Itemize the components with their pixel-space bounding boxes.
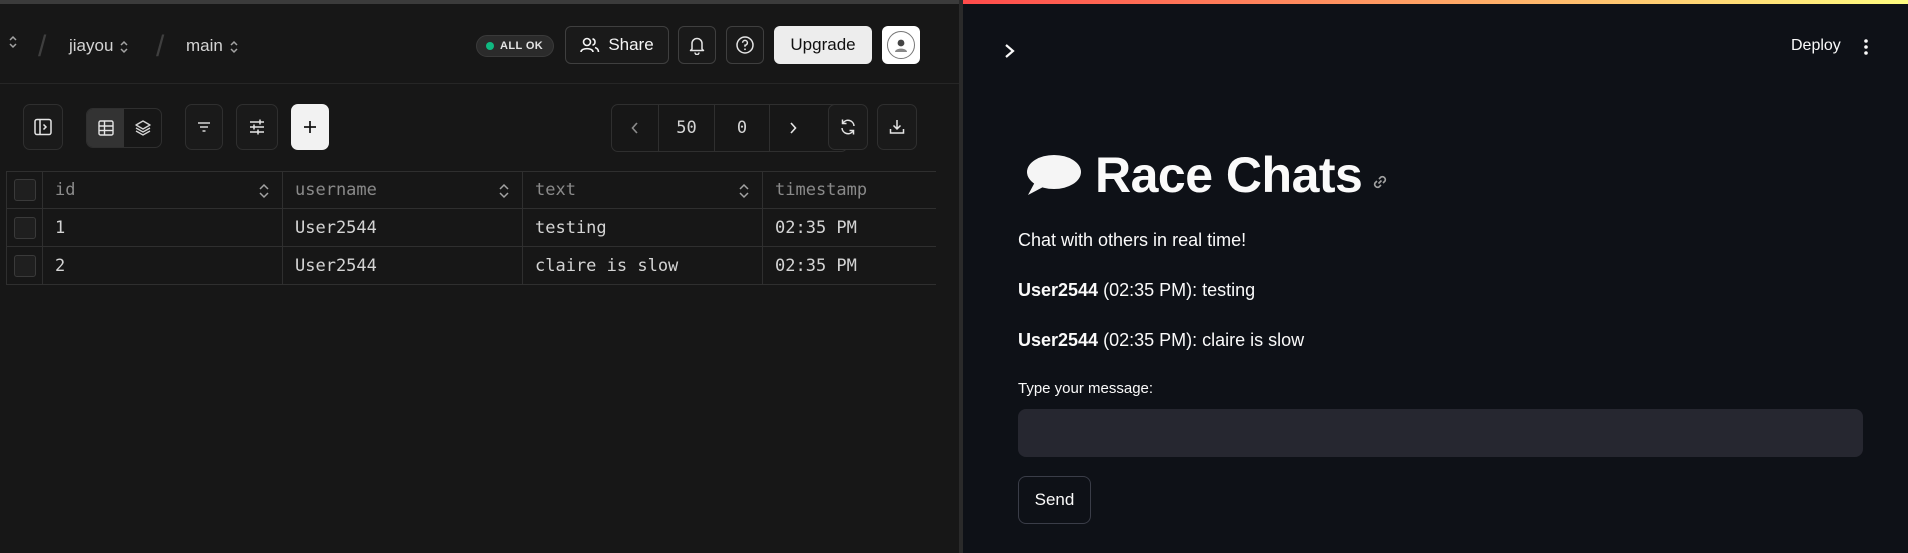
message-user: User2544 <box>1018 330 1099 350</box>
cell-id[interactable]: 1 <box>43 209 283 246</box>
cell-text[interactable]: claire is slow <box>523 247 763 284</box>
page-title-text: Race Chats <box>1095 147 1363 203</box>
chevron-right-icon <box>790 122 797 134</box>
speech-balloon-icon <box>1027 155 1081 195</box>
project-name: jiayou <box>69 36 114 55</box>
chat-message: User2544 (02:35 PM): testing <box>1018 280 1255 301</box>
sliders-icon <box>250 119 264 135</box>
deploy-button[interactable]: Deploy <box>1791 37 1841 55</box>
export-button[interactable] <box>877 104 917 150</box>
upgrade-button[interactable]: Upgrade <box>774 26 872 64</box>
message-input-label: Type your message: <box>1018 380 1154 397</box>
column-header-text[interactable]: text <box>523 172 763 208</box>
avatar[interactable] <box>882 26 920 64</box>
cell-timestamp[interactable]: 02:35 PM <box>763 247 936 284</box>
chevron-up-down-icon <box>119 39 129 55</box>
toggle-sidebar-button[interactable] <box>23 104 63 150</box>
table-row[interactable]: 1 User2544 testing 02:35 PM <box>6 209 936 247</box>
chevron-right-icon[interactable] <box>1000 40 1020 62</box>
table-row[interactable]: 2 User2544 claire is slow 02:35 PM <box>6 247 936 285</box>
offset-input[interactable]: 0 <box>714 105 770 151</box>
send-button[interactable]: Send <box>1018 476 1091 524</box>
column-header-id[interactable]: id <box>43 172 283 208</box>
database-browser-pane: / jiayou / main ALL OK Share Upgrade 50 … <box>0 0 959 553</box>
chevron-up-down-icon <box>229 39 239 55</box>
org-switcher-icon[interactable] <box>8 34 18 54</box>
breadcrumb-branch[interactable]: main <box>186 36 239 56</box>
message-user: User2544 <box>1018 280 1099 300</box>
table-grid-icon <box>97 120 114 136</box>
help-circle-icon <box>736 36 754 54</box>
cell-id[interactable]: 2 <box>43 247 283 284</box>
sort-icon[interactable] <box>498 183 510 199</box>
sort-icon[interactable] <box>738 183 750 199</box>
cell-username[interactable]: User2544 <box>283 247 523 284</box>
refresh-button[interactable] <box>828 104 868 150</box>
column-header-label: id <box>55 180 76 200</box>
share-label: Share <box>608 35 654 54</box>
row-checkbox[interactable] <box>6 209 43 246</box>
app-decoration-bar <box>963 0 1908 4</box>
breadcrumb-separator: / <box>38 30 47 63</box>
refresh-icon <box>841 119 855 135</box>
download-icon <box>889 120 905 134</box>
upgrade-label: Upgrade <box>790 35 856 54</box>
pagination: 50 0 <box>611 104 848 152</box>
users-icon <box>580 37 600 53</box>
layers-icon <box>134 120 151 136</box>
subtitle: Chat with others in real time! <box>1018 230 1247 250</box>
table-header-row: id username text timestamp <box>6 171 936 209</box>
chat-app-pane: Deploy Race Chats Chat with others in re… <box>963 0 1908 553</box>
sort-icon[interactable] <box>258 183 270 199</box>
top-bar: / jiayou / main ALL OK Share Upgrade <box>0 8 959 84</box>
column-header-label: username <box>295 180 377 200</box>
notifications-button[interactable] <box>678 26 716 64</box>
more-menu-icon[interactable] <box>1862 37 1870 57</box>
chat-message: User2544 (02:35 PM): claire is slow <box>1018 330 1304 351</box>
bell-icon <box>689 37 705 55</box>
status-label: ALL OK <box>500 40 544 52</box>
cell-text[interactable]: testing <box>523 209 763 246</box>
limit-input[interactable]: 50 <box>658 105 714 151</box>
table-view-tab[interactable] <box>87 109 124 147</box>
branch-name: main <box>186 36 223 55</box>
filter-lines-icon <box>198 122 210 132</box>
message-input[interactable] <box>1018 409 1863 457</box>
status-dot <box>486 42 494 50</box>
user-avatar-icon <box>887 31 915 59</box>
breadcrumb-separator: / <box>156 30 165 63</box>
message-meta: (02:35 PM): testing <box>1098 280 1256 300</box>
message-meta: (02:35 PM): claire is slow <box>1098 330 1305 350</box>
column-header-username[interactable]: username <box>283 172 523 208</box>
breadcrumb-project[interactable]: jiayou <box>69 36 129 56</box>
help-button[interactable] <box>726 26 764 64</box>
filter-button[interactable] <box>185 104 223 150</box>
schema-view-tab[interactable] <box>124 109 161 147</box>
next-page-button[interactable] <box>770 105 816 151</box>
status-badge[interactable]: ALL OK <box>476 35 555 57</box>
column-header-timestamp[interactable]: timestamp <box>763 172 936 208</box>
send-label: Send <box>1034 490 1075 509</box>
cell-username[interactable]: User2544 <box>283 209 523 246</box>
chevron-left-icon <box>631 122 638 134</box>
view-mode-toggle <box>86 108 162 148</box>
column-header-label: timestamp <box>775 180 868 200</box>
cell-timestamp[interactable]: 02:35 PM <box>763 209 936 246</box>
add-row-button[interactable] <box>291 104 329 150</box>
plus-icon <box>304 121 316 133</box>
data-table: id username text timestamp 1 User2544 te… <box>6 171 936 285</box>
share-button[interactable]: Share <box>565 26 669 64</box>
row-checkbox[interactable] <box>6 247 43 284</box>
prev-page-button[interactable] <box>612 105 658 151</box>
sidebar-toggle-icon <box>34 118 52 136</box>
column-header-label: text <box>535 180 576 200</box>
column-settings-button[interactable] <box>236 104 278 150</box>
select-all-checkbox[interactable] <box>6 172 43 208</box>
link-icon[interactable] <box>1370 172 1390 192</box>
page-title: Race Chats <box>1023 146 1390 204</box>
